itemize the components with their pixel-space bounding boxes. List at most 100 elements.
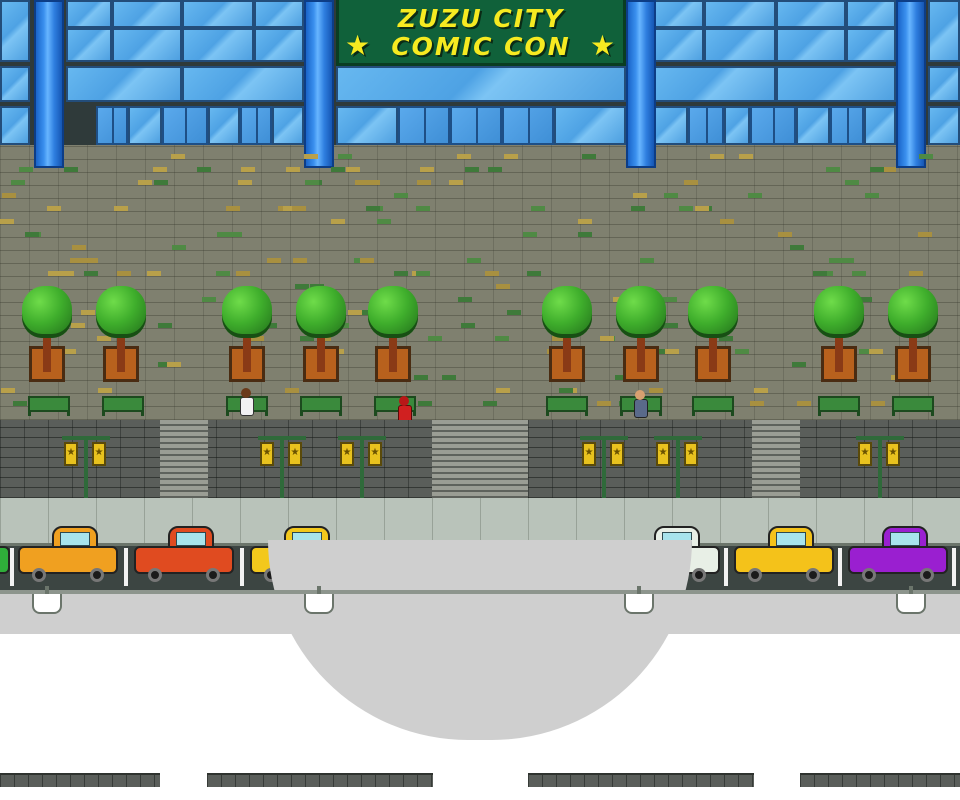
window <box>724 106 750 145</box>
window <box>0 66 30 102</box>
entrance-door[interactable] <box>688 106 724 145</box>
star-icon: ★ <box>589 29 615 62</box>
brick-accent <box>360 258 374 263</box>
npc-bald[interactable] <box>633 390 648 418</box>
brick-accent <box>377 219 391 224</box>
brick-accent <box>153 167 167 172</box>
brick-accent <box>72 245 86 250</box>
brick-accent <box>305 180 319 185</box>
npc-brown-hair[interactable] <box>239 388 254 416</box>
brick-accent <box>684 180 698 185</box>
entrance-door[interactable] <box>830 106 864 145</box>
entrance-door[interactable] <box>96 106 128 145</box>
brick-accent <box>865 193 879 198</box>
park-bench[interactable] <box>818 396 860 416</box>
window <box>846 28 896 62</box>
player-character[interactable] <box>397 396 412 424</box>
park-bench[interactable] <box>300 396 342 416</box>
brick-accent <box>216 271 230 276</box>
parking-line <box>240 548 244 586</box>
street-lamp <box>32 586 62 614</box>
brick-accent <box>485 271 499 276</box>
curb <box>0 590 960 594</box>
stairs[interactable] <box>160 420 208 498</box>
brick-accent <box>695 206 709 211</box>
park-bench[interactable] <box>892 396 934 416</box>
window <box>208 106 240 145</box>
entrance-door[interactable] <box>450 106 502 145</box>
brick-accent <box>228 232 242 237</box>
brick-accent <box>578 219 592 224</box>
star-icon: ★ <box>858 442 872 466</box>
entrance-door[interactable] <box>240 106 272 145</box>
window <box>182 66 304 102</box>
brick-accent <box>0 219 14 224</box>
brick-accent <box>416 271 430 276</box>
street-lamp <box>624 586 654 614</box>
entrance-door[interactable] <box>162 106 208 145</box>
street-lamp <box>304 586 334 614</box>
window <box>112 28 182 62</box>
window <box>336 66 626 102</box>
sign-line-1: ZUZU CITY <box>397 4 565 33</box>
potted-tree <box>96 286 146 386</box>
brick-accent <box>739 154 753 159</box>
car-orange[interactable] <box>18 526 118 584</box>
park-bench[interactable] <box>692 396 734 416</box>
banner-bar <box>258 436 306 440</box>
roundabout <box>268 540 692 740</box>
brick-accent <box>154 180 168 185</box>
window <box>0 106 30 145</box>
stairs[interactable] <box>752 420 800 498</box>
brick-accent <box>348 310 362 315</box>
brick-accent <box>11 180 25 185</box>
banner-bar <box>580 436 628 440</box>
brick-accent <box>25 232 39 237</box>
car-red[interactable] <box>134 526 234 584</box>
car-green-partial[interactable] <box>0 526 10 584</box>
brick-accent <box>138 180 152 185</box>
entrance-door[interactable] <box>750 106 796 145</box>
brick-accent <box>797 401 811 406</box>
potted-tree <box>368 286 418 386</box>
brick-accent <box>871 401 885 406</box>
star-icon: ★ <box>582 442 596 466</box>
brick-accent <box>465 167 479 172</box>
plaza-lot <box>0 594 960 634</box>
parking-line <box>838 548 842 586</box>
brick-accent <box>292 206 306 211</box>
brick-accent <box>640 258 654 263</box>
banner-bar <box>654 436 702 440</box>
park-bench[interactable] <box>28 396 70 416</box>
star-icon: ★ <box>92 442 106 466</box>
entrance-door[interactable] <box>398 106 450 145</box>
brick-accent <box>442 375 456 380</box>
parking-line <box>10 548 14 586</box>
star-icon: ★ <box>340 442 354 466</box>
window <box>704 28 776 62</box>
car-purple[interactable] <box>848 526 948 584</box>
brick-accent <box>790 245 804 250</box>
brick-accent <box>582 154 596 159</box>
stairs[interactable] <box>432 420 528 498</box>
park-bench[interactable] <box>546 396 588 416</box>
window <box>864 106 896 145</box>
brick-accent <box>19 167 33 172</box>
brick-accent <box>394 271 408 276</box>
window <box>776 28 846 62</box>
star-icon: ★ <box>260 442 274 466</box>
brick-accent <box>47 206 61 211</box>
brick-accent <box>870 167 884 172</box>
brick-accent <box>241 167 255 172</box>
brick-accent <box>748 193 762 198</box>
entrance-door[interactable] <box>502 106 554 145</box>
brick-accent <box>285 388 299 393</box>
potted-tree <box>542 286 592 386</box>
window <box>654 66 776 102</box>
brick-accent <box>60 271 74 276</box>
window <box>928 106 960 145</box>
car-yellow[interactable] <box>734 526 834 584</box>
brick-accent <box>84 258 98 263</box>
park-bench[interactable] <box>102 396 144 416</box>
potted-tree <box>888 286 938 386</box>
